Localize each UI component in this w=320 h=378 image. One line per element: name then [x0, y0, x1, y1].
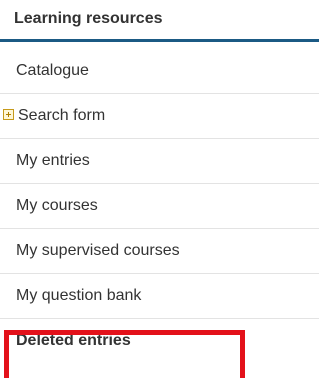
expand-plus-icon[interactable] [3, 109, 14, 120]
panel-header: Learning resources [0, 0, 319, 42]
menu-item-search-form[interactable]: Search form [0, 94, 319, 139]
menu-item-my-entries[interactable]: My entries [0, 139, 319, 184]
menu-item-label: Deleted entries [16, 332, 131, 349]
menu-item-my-question-bank[interactable]: My question bank [0, 274, 319, 319]
menu-item-deleted-entries[interactable]: Deleted entries [0, 319, 319, 364]
menu-item-my-courses[interactable]: My courses [0, 184, 319, 229]
menu-item-label: My supervised courses [16, 242, 180, 259]
panel-title: Learning resources [14, 10, 163, 27]
learning-resources-menu: Catalogue Search form My entries My cour… [0, 49, 319, 364]
menu-item-label: My courses [16, 197, 98, 214]
menu-item-label: My entries [16, 152, 90, 169]
learning-resources-panel: Learning resources Catalogue Search form… [0, 0, 319, 378]
menu-item-label: My question bank [16, 287, 142, 304]
menu-item-my-supervised-courses[interactable]: My supervised courses [0, 229, 319, 274]
menu-item-label: Search form [18, 107, 106, 124]
menu-item-catalogue[interactable]: Catalogue [0, 49, 319, 94]
menu-item-label: Catalogue [16, 62, 89, 79]
